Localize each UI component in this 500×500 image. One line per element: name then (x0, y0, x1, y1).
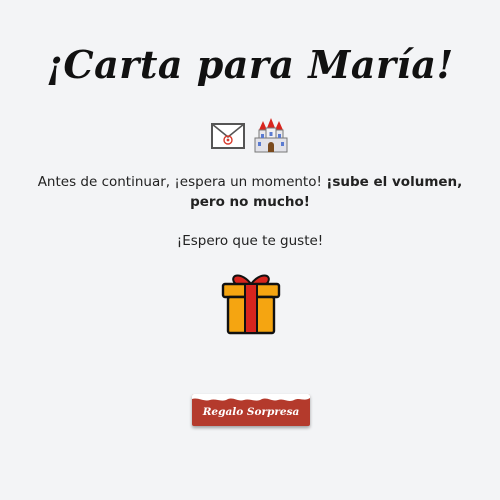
volume-warning: Antes de continuar, ¡espera un momento! … (30, 172, 470, 212)
intro-text: Antes de continuar, ¡espera un momento! (37, 174, 327, 190)
envelope-icon (211, 123, 245, 153)
page-title: ¡Carta para María! (46, 42, 454, 87)
emoji-row (0, 118, 500, 158)
surprise-gift-button[interactable]: Regalo Sorpresa (192, 394, 310, 426)
hope-text: ¡Espero que te guste! (176, 233, 324, 249)
castle-icon (253, 118, 289, 158)
surprise-gift-button-label: Regalo Sorpresa (202, 406, 300, 418)
gift-icon[interactable] (220, 268, 282, 336)
snow-decoration (192, 394, 310, 401)
page: ¡Carta para María! Antes de continuar, ¡… (0, 0, 500, 500)
